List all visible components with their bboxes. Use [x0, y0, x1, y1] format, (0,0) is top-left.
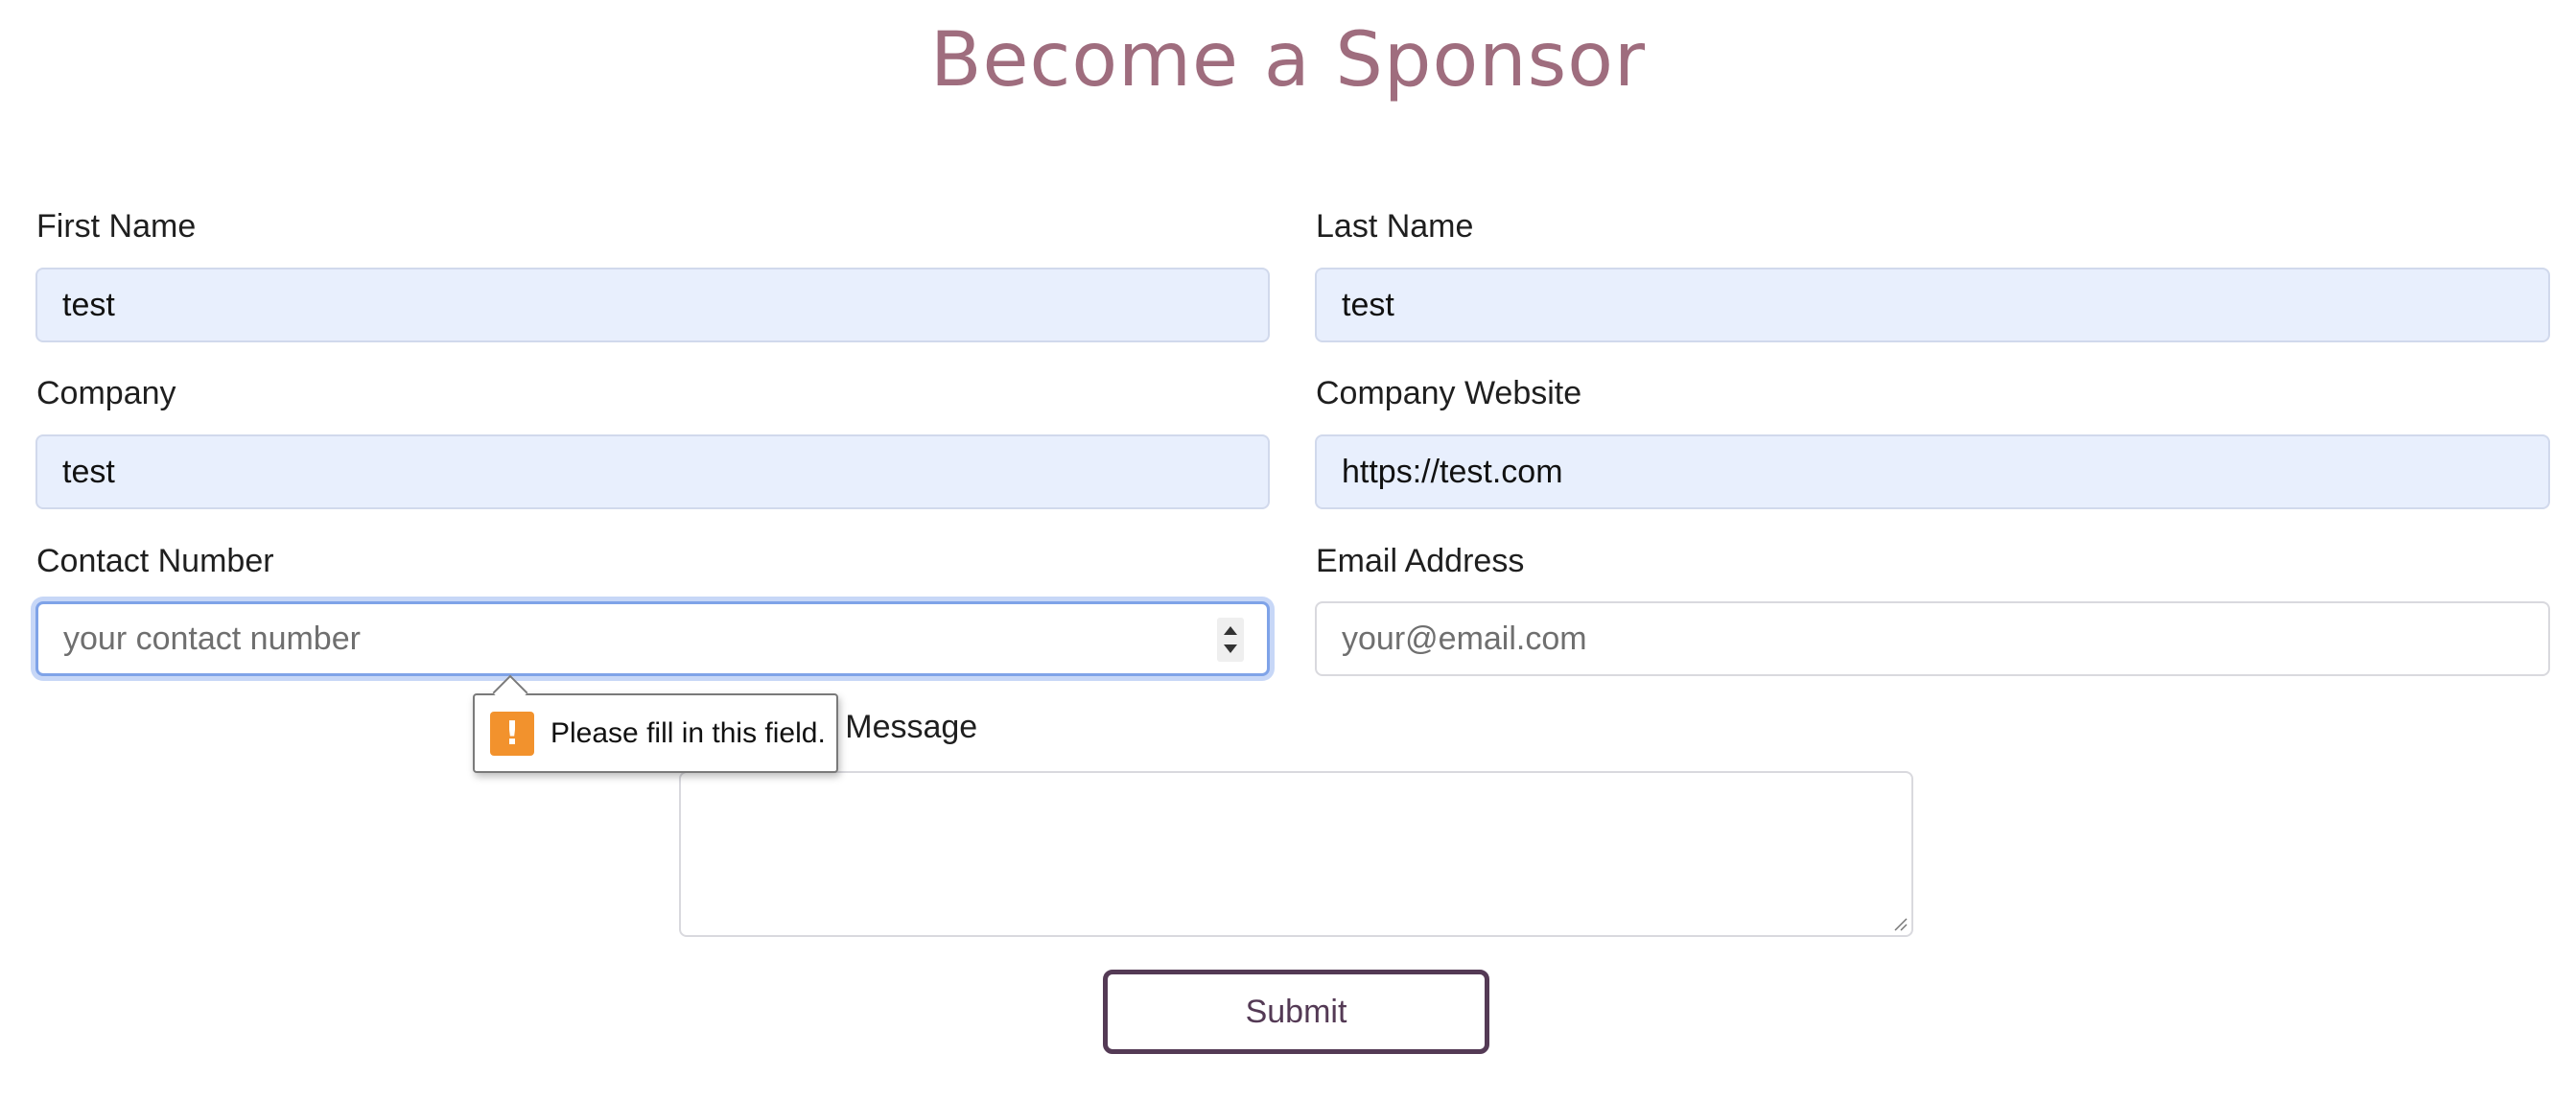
message-textarea[interactable]: [679, 771, 1913, 937]
spin-up-icon[interactable]: [1224, 626, 1237, 636]
resize-grip-icon[interactable]: [1892, 916, 1908, 931]
page-title: Become a Sponsor: [929, 17, 1647, 104]
warning-icon: !: [490, 711, 534, 756]
email-label: Email Address: [1316, 543, 1525, 579]
spin-down-icon[interactable]: [1224, 644, 1237, 653]
company-website-label: Company Website: [1316, 375, 1582, 411]
email-placeholder: your@email.com: [1342, 620, 1587, 657]
first-name-input[interactable]: test: [35, 268, 1270, 342]
company-input[interactable]: test: [35, 434, 1270, 509]
contact-number-label: Contact Number: [36, 543, 274, 579]
contact-number-input[interactable]: your contact number: [35, 601, 1270, 676]
company-value: test: [62, 453, 115, 490]
tooltip-message: Please fill in this field.: [550, 716, 826, 749]
email-input[interactable]: your@email.com: [1315, 601, 2550, 676]
company-label: Company: [36, 375, 176, 411]
validation-tooltip: ! Please fill in this field.: [473, 674, 838, 773]
first-name-value: test: [62, 286, 115, 323]
message-label: A Message: [816, 709, 978, 745]
company-website-value: https://test.com: [1342, 453, 1563, 490]
first-name-label: First Name: [36, 208, 197, 245]
submit-button[interactable]: Submit: [1103, 970, 1489, 1054]
company-website-input[interactable]: https://test.com: [1315, 434, 2550, 509]
sponsor-page: Become a Sponsor First Name test Last Na…: [0, 0, 2576, 1101]
number-spinner[interactable]: [1217, 618, 1244, 662]
last-name-value: test: [1342, 286, 1394, 323]
last-name-label: Last Name: [1316, 208, 1474, 245]
contact-number-placeholder: your contact number: [63, 620, 361, 657]
last-name-input[interactable]: test: [1315, 268, 2550, 342]
tooltip-arrow: [492, 674, 528, 711]
